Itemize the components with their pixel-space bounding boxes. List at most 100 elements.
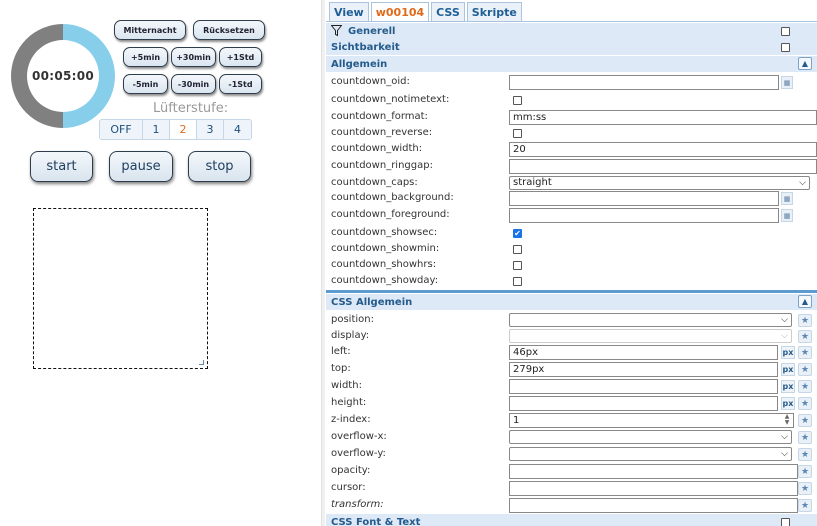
- css-row-overflow-x: overflow-x: ⌵ ★: [326, 430, 817, 446]
- properties-panel: View w00104 CSS Skripte Generell Sichtba…: [326, 0, 817, 526]
- star-icon[interactable]: ★: [798, 330, 812, 343]
- transform-input[interactable]: [509, 498, 798, 513]
- css-row-cursor: cursor: ★: [326, 481, 817, 497]
- resize-handle[interactable]: [199, 360, 204, 365]
- star-icon[interactable]: ★: [798, 431, 812, 444]
- width-input[interactable]: [509, 379, 778, 394]
- plus-5min-button[interactable]: +5min: [123, 47, 168, 67]
- star-icon[interactable]: ★: [798, 380, 812, 393]
- star-icon[interactable]: ★: [798, 499, 812, 512]
- chevron-up-icon[interactable]: ▲: [798, 295, 812, 308]
- prop-row-countdown-showhrs: countdown_showhrs:: [326, 258, 817, 274]
- fan-speed-off[interactable]: OFF: [100, 120, 143, 139]
- prop-row-countdown-ringgap: countdown_ringgap:: [326, 159, 817, 175]
- tab-view[interactable]: View: [329, 2, 369, 21]
- countdown-showday-checkbox[interactable]: [513, 277, 522, 286]
- height-input[interactable]: [509, 396, 778, 411]
- star-icon[interactable]: ★: [798, 414, 812, 427]
- css-row-z-index: z-index: 1 ▲ ▼ ★: [326, 413, 817, 429]
- prop-row-countdown-oid: countdown_oid: ▦: [326, 75, 817, 91]
- countdown-width-input[interactable]: 20: [509, 142, 817, 157]
- fan-speed-3[interactable]: 3: [197, 120, 224, 139]
- prop-label: countdown_background:: [331, 192, 454, 203]
- reset-button[interactable]: Rücksetzen: [193, 20, 265, 40]
- color-picker-icon[interactable]: ▦: [781, 76, 793, 89]
- mitternacht-button[interactable]: Mitternacht: [114, 20, 186, 40]
- star-icon[interactable]: ★: [798, 397, 812, 410]
- countdown-foreground-input[interactable]: [509, 208, 779, 223]
- minus-1std-button[interactable]: -1Std: [219, 74, 262, 94]
- tab-css[interactable]: CSS: [431, 2, 465, 21]
- tab-widget[interactable]: w00104: [370, 2, 430, 21]
- star-icon[interactable]: ★: [798, 465, 812, 478]
- css-prop-label: overflow-x:: [331, 431, 387, 442]
- minus-30min-button[interactable]: -30min: [171, 74, 216, 94]
- px-unit-button[interactable]: px: [781, 363, 795, 376]
- minus-5min-button[interactable]: -5min: [123, 74, 168, 94]
- section-generell-checkbox[interactable]: [781, 27, 790, 36]
- tab-divider: [326, 21, 817, 22]
- section-css-font-checkbox[interactable]: [781, 518, 790, 526]
- tab-skripte[interactable]: Skripte: [466, 2, 522, 21]
- selected-widget-outline[interactable]: [33, 208, 208, 369]
- overflow-y-select[interactable]: ⌵: [509, 447, 792, 461]
- countdown-ring[interactable]: 00:05:00: [11, 24, 115, 128]
- panel-splitter[interactable]: [321, 0, 325, 526]
- prop-label: countdown_oid:: [331, 76, 410, 87]
- section-sichtbarkeit-checkbox[interactable]: [781, 43, 790, 52]
- stop-button[interactable]: stop: [188, 151, 251, 182]
- section-css-allgemein[interactable]: CSS Allgemein ▲: [326, 294, 817, 310]
- star-icon[interactable]: ★: [798, 448, 812, 461]
- section-sichtbarkeit-label: Sichtbarkeit: [331, 41, 400, 53]
- css-prop-label: height:: [331, 397, 367, 408]
- section-allgemein[interactable]: Allgemein ▲: [326, 56, 817, 72]
- top-input[interactable]: 279px: [509, 362, 778, 377]
- star-icon[interactable]: ★: [798, 482, 812, 495]
- countdown-background-input[interactable]: [509, 191, 779, 206]
- spinner-arrows[interactable]: ▲ ▼: [782, 414, 792, 427]
- px-unit-button[interactable]: px: [781, 346, 795, 359]
- z-index-input[interactable]: 1: [509, 413, 794, 428]
- position-select[interactable]: ⌵: [509, 313, 792, 327]
- fan-speed-2[interactable]: 2: [170, 120, 197, 139]
- cursor-input[interactable]: [509, 481, 798, 496]
- css-prop-label: overflow-y:: [331, 448, 386, 459]
- chevron-up-icon[interactable]: ▲: [798, 57, 812, 70]
- section-generell[interactable]: Generell: [326, 23, 817, 39]
- section-css-font[interactable]: CSS Font & Text: [326, 514, 817, 526]
- start-button[interactable]: start: [30, 151, 93, 182]
- countdown-notimetext-checkbox[interactable]: [513, 96, 522, 105]
- countdown-caps-select[interactable]: straight ⌵: [509, 176, 810, 190]
- fan-speed-label: Lüfterstufe:: [153, 101, 229, 116]
- css-prop-label: transform:: [331, 499, 384, 510]
- countdown-reverse-checkbox[interactable]: [513, 129, 522, 138]
- plus-30min-button[interactable]: +30min: [171, 47, 216, 67]
- countdown-format-input[interactable]: mm:ss: [509, 110, 817, 125]
- filter-icon[interactable]: [331, 25, 342, 37]
- plus-1std-button[interactable]: +1Std: [219, 47, 262, 67]
- section-sichtbarkeit[interactable]: Sichtbarkeit: [326, 39, 817, 55]
- px-unit-button[interactable]: px: [781, 397, 795, 410]
- editor-canvas: 00:05:00 Mitternacht Rücksetzen +5min +3…: [0, 0, 325, 526]
- select-value: straight: [513, 177, 552, 188]
- opacity-input[interactable]: [509, 464, 798, 479]
- star-icon[interactable]: ★: [798, 314, 812, 327]
- star-icon[interactable]: ★: [798, 346, 812, 359]
- countdown-showhrs-checkbox[interactable]: [513, 261, 522, 270]
- left-input[interactable]: 46px: [509, 345, 778, 360]
- fan-speed-1[interactable]: 1: [143, 120, 170, 139]
- prop-row-countdown-notimetext: countdown_notimetext:: [326, 93, 817, 109]
- countdown-ringgap-input[interactable]: [509, 159, 817, 174]
- section-generell-label: Generell: [348, 25, 396, 37]
- countdown-oid-input[interactable]: [509, 75, 779, 90]
- overflow-x-select[interactable]: ⌵: [509, 430, 792, 444]
- color-picker-icon[interactable]: ▦: [781, 192, 793, 205]
- css-prop-label: width:: [331, 380, 362, 391]
- pause-button[interactable]: pause: [109, 151, 173, 182]
- fan-speed-4[interactable]: 4: [224, 120, 251, 139]
- star-icon[interactable]: ★: [798, 363, 812, 376]
- color-picker-icon[interactable]: ▦: [781, 209, 793, 222]
- countdown-showmin-checkbox[interactable]: [513, 245, 522, 254]
- px-unit-button[interactable]: px: [781, 380, 795, 393]
- countdown-showsec-checkbox[interactable]: ✔: [513, 229, 522, 238]
